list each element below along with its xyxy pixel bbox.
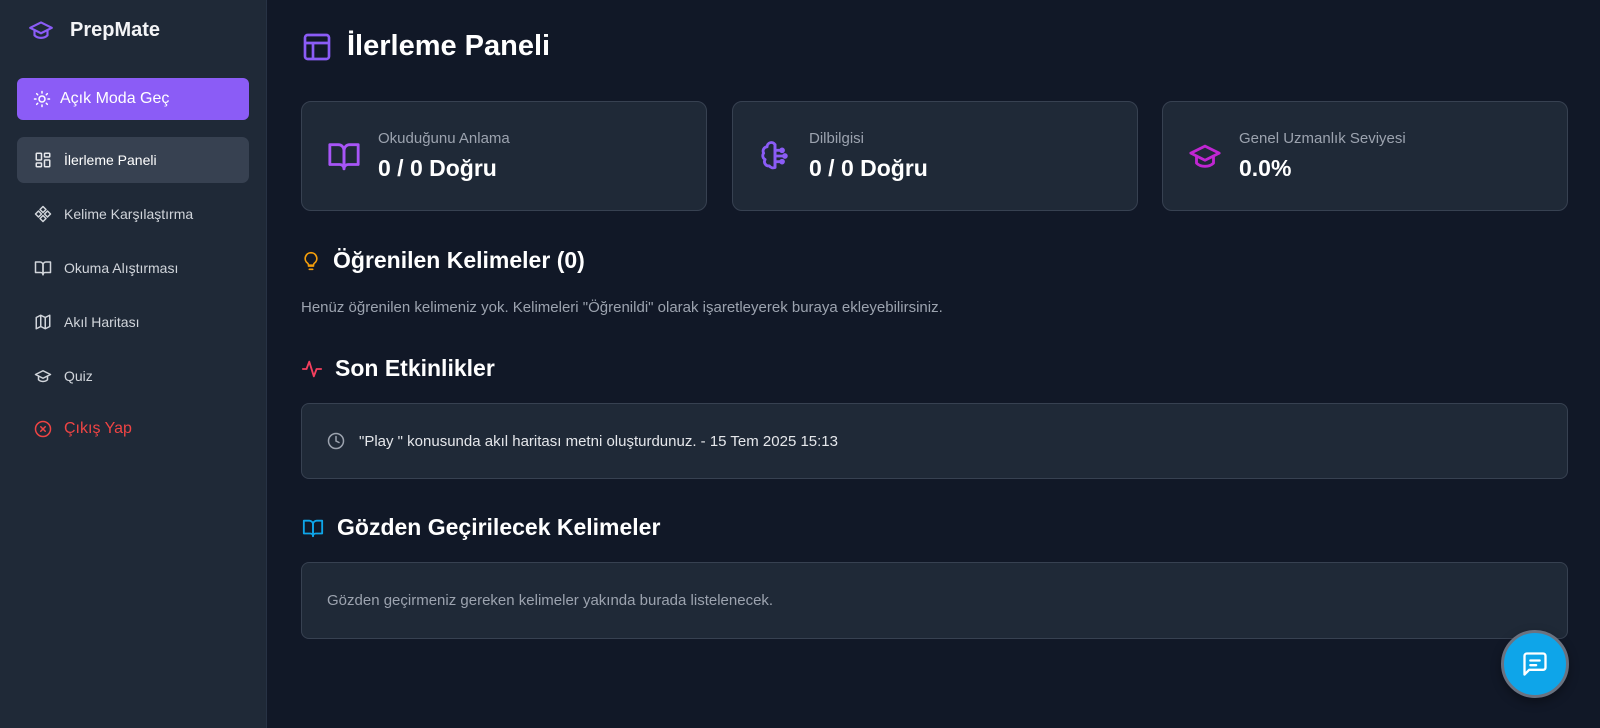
clock-icon — [327, 432, 345, 450]
learned-words-heading: Öğrenilen Kelimeler (0) — [301, 247, 585, 274]
sidebar-item-progress-panel[interactable]: İlerleme Paneli — [17, 137, 249, 183]
brand[interactable]: PrepMate — [26, 16, 160, 44]
learned-words-empty-text: Henüz öğrenilen kelimeniz yok. Kelimeler… — [301, 299, 943, 316]
stat-label: Dilbilgisi — [809, 130, 865, 147]
sidebar-item-label: Akıl Haritası — [64, 314, 140, 330]
message-icon — [1521, 650, 1549, 678]
graduation-cap-icon — [26, 17, 56, 43]
stat-label: Genel Uzmanlık Seviyesi — [1239, 130, 1406, 147]
stat-value: 0 / 0 Doğru — [809, 155, 928, 181]
light-mode-label: Açık Moda Geç — [60, 90, 170, 107]
activity-text: "Play " konusunda akıl haritası metni ol… — [359, 432, 838, 450]
graduation-cap-icon — [1188, 139, 1222, 173]
review-words-empty-text: Gözden geçirmeniz gereken kelimeler yakı… — [327, 592, 774, 609]
stat-value: 0 / 0 Doğru — [378, 155, 497, 181]
book-open-icon — [34, 259, 52, 277]
review-words-heading: Gözden Geçirilecek Kelimeler — [301, 514, 660, 541]
grid-icon — [34, 151, 52, 169]
section-title: Öğrenilen Kelimeler (0) — [333, 247, 585, 273]
sun-icon — [33, 90, 51, 108]
sidebar-item-word-comparison[interactable]: Kelime Karşılaştırma — [17, 191, 249, 237]
map-icon — [34, 313, 52, 331]
stat-value: 0.0% — [1239, 155, 1292, 181]
chat-button[interactable] — [1501, 630, 1569, 698]
activity-icon — [301, 358, 323, 380]
brain-circuit-icon — [758, 139, 792, 173]
sidebar-item-label: Kelime Karşılaştırma — [64, 206, 194, 222]
diamond-icon — [34, 205, 52, 223]
activity-item: "Play " konusunda akıl haritası metni ol… — [301, 403, 1568, 479]
sidebar-item-label: Quiz — [64, 368, 93, 384]
stat-card-grammar: Dilbilgisi 0 / 0 Doğru — [732, 101, 1138, 211]
stat-card-reading-comprehension: Okuduğunu Anlama 0 / 0 Doğru — [301, 101, 707, 211]
sidebar-item-quiz[interactable]: Quiz — [17, 353, 249, 399]
x-circle-icon — [34, 420, 52, 438]
brand-name: PrepMate — [70, 18, 161, 41]
layout-icon — [301, 31, 333, 63]
sidebar-item-reading-practice[interactable]: Okuma Alıştırması — [17, 245, 249, 291]
page-title: İlerleme Paneli — [301, 30, 550, 63]
graduation-cap-icon — [34, 367, 52, 385]
recent-activities-heading: Son Etkinlikler — [301, 355, 495, 382]
logout-label: Çıkış Yap — [64, 420, 132, 437]
page-title-text: İlerleme Paneli — [347, 30, 551, 62]
book-open-icon — [327, 139, 361, 173]
lightbulb-icon — [301, 249, 321, 273]
logout-button[interactable]: Çıkış Yap — [17, 406, 249, 452]
sidebar-item-label: Okuma Alıştırması — [64, 260, 179, 276]
sidebar-item-mind-map[interactable]: Akıl Haritası — [17, 299, 249, 345]
main-content: İlerleme Paneli Okuduğunu Anlama 0 / 0 D… — [268, 0, 1600, 728]
section-title: Gözden Geçirilecek Kelimeler — [337, 514, 661, 540]
review-words-panel: Gözden geçirmeniz gereken kelimeler yakı… — [301, 562, 1568, 639]
stat-card-overall-level: Genel Uzmanlık Seviyesi 0.0% — [1162, 101, 1568, 211]
light-mode-button[interactable]: Açık Moda Geç — [17, 78, 249, 120]
sidebar-item-label: İlerleme Paneli — [64, 152, 157, 168]
book-open-icon — [301, 517, 325, 539]
section-title: Son Etkinlikler — [335, 355, 495, 381]
sidebar: PrepMate Açık Moda Geç İlerleme Paneli K… — [0, 0, 267, 728]
stat-label: Okuduğunu Anlama — [378, 130, 510, 147]
